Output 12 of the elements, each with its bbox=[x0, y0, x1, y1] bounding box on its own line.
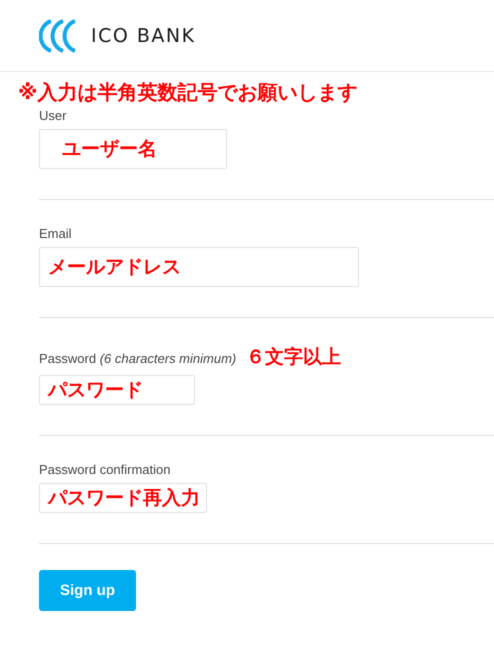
field-label: User bbox=[39, 108, 66, 124]
input-field[interactable]: パスワード再入力 bbox=[39, 483, 207, 513]
logo-text: ICO BANK bbox=[91, 24, 196, 46]
input-field[interactable]: パスワード bbox=[39, 375, 195, 405]
input-field[interactable]: ユーザー名 bbox=[39, 129, 227, 169]
input-field[interactable]: メールアドレス bbox=[39, 247, 359, 287]
field-label: Email bbox=[39, 226, 72, 242]
sign-up-button[interactable]: Sign up bbox=[39, 570, 136, 611]
annotation-text: ６文字以上 bbox=[246, 345, 342, 370]
field-label: Password (6 characters minimum) bbox=[39, 351, 236, 367]
notice-text: ※入力は半角英数記号でお願いします bbox=[18, 80, 358, 104]
field-label: Password confirmation bbox=[39, 462, 170, 478]
